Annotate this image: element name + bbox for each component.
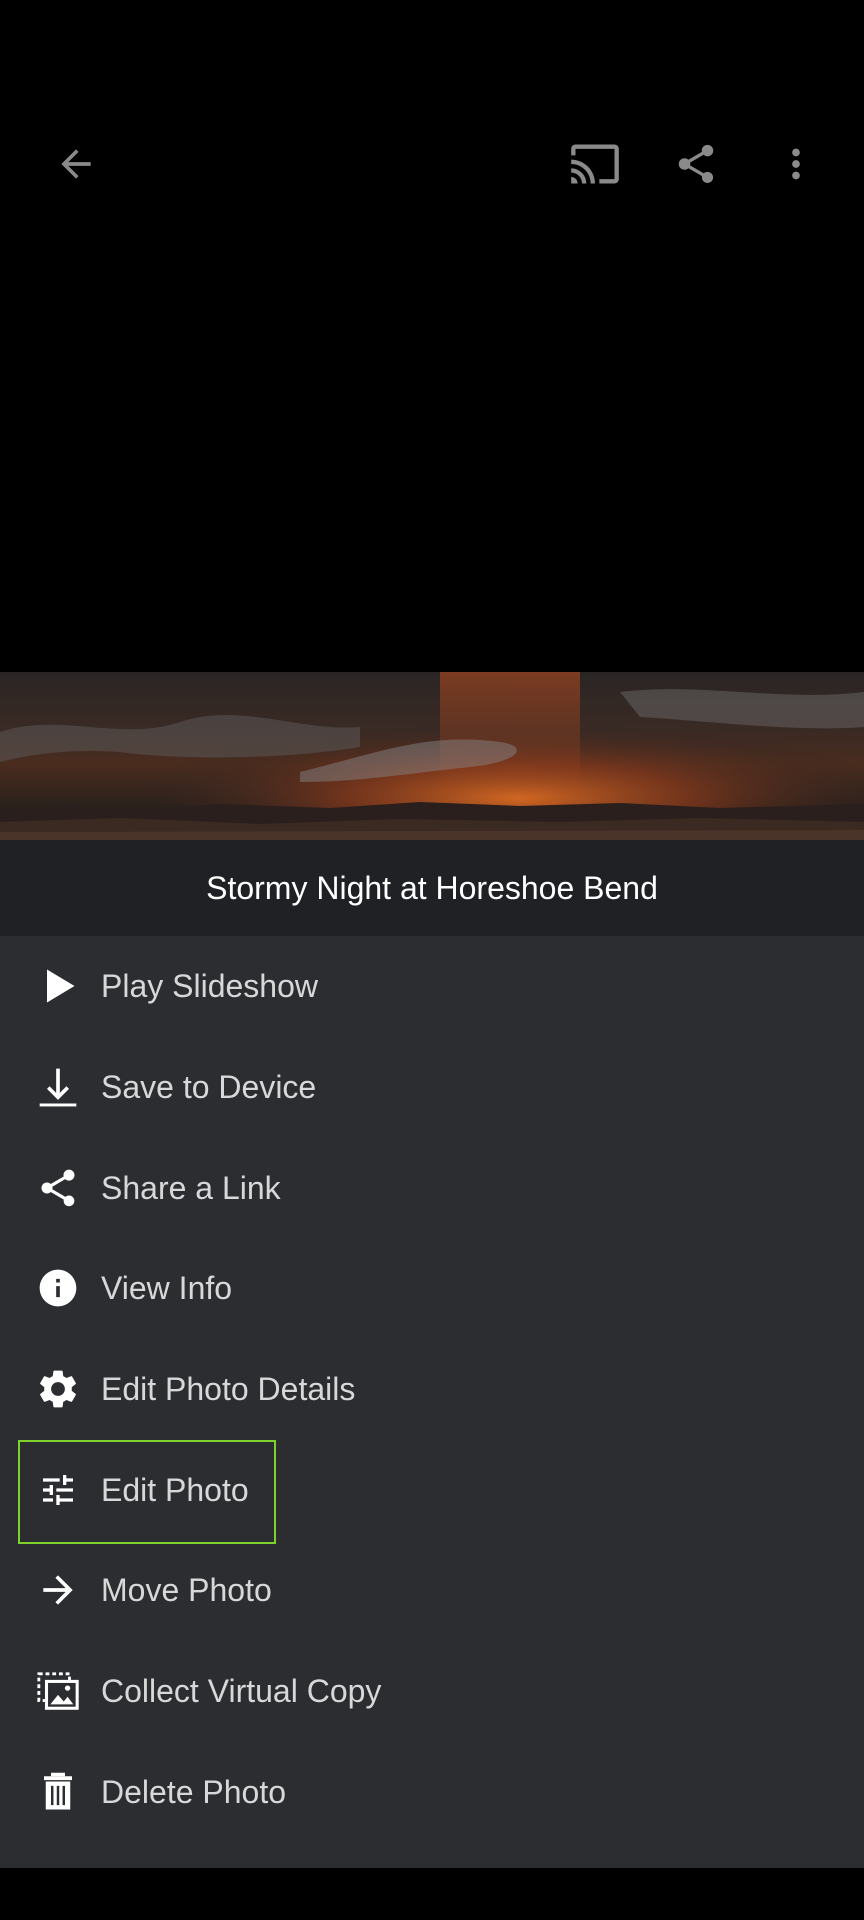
photo-title-bar: Stormy Night at Horeshoe Bend — [0, 840, 864, 936]
photo-title: Stormy Night at Horeshoe Bend — [206, 869, 658, 906]
arrow-back-icon — [61, 149, 91, 179]
menu-item-delete-photo[interactable]: Delete Photo — [0, 1742, 864, 1842]
virtual-copy-icon — [34, 1667, 82, 1715]
menu-item-edit-photo-details[interactable]: Edit Photo Details — [0, 1339, 864, 1439]
menu-item-move-photo[interactable]: Move Photo — [0, 1540, 864, 1640]
photo-action-menu: Play Slideshow Save to Device Share a Li… — [0, 936, 864, 1868]
menu-item-label: Edit Photo Details — [101, 1370, 356, 1407]
photo-viewer-screen: Stormy Night at Horeshoe Bend Play Slide… — [0, 0, 864, 1920]
cast-icon — [571, 144, 619, 184]
share-button[interactable] — [660, 128, 732, 200]
more-options-button[interactable] — [760, 128, 832, 200]
more-vertical-icon — [792, 148, 800, 180]
menu-item-label: Collect Virtual Copy — [101, 1672, 382, 1709]
edit-photo-highlight — [18, 1440, 276, 1544]
trash-icon — [34, 1768, 82, 1816]
menu-item-play-slideshow[interactable]: Play Slideshow — [0, 936, 864, 1036]
info-icon — [34, 1264, 82, 1312]
menu-item-label: Save to Device — [101, 1068, 317, 1105]
play-icon — [34, 962, 82, 1010]
menu-item-collect-virtual-copy[interactable]: Collect Virtual Copy — [0, 1641, 864, 1741]
menu-item-label: Delete Photo — [101, 1773, 287, 1810]
share-icon — [34, 1164, 82, 1212]
menu-item-share-link[interactable]: Share a Link — [0, 1138, 864, 1238]
menu-item-label: Move Photo — [101, 1571, 272, 1608]
menu-item-save-to-device[interactable]: Save to Device — [0, 1037, 864, 1137]
menu-item-label: View Info — [101, 1269, 233, 1306]
photo-preview[interactable] — [0, 672, 864, 840]
bottom-safe-area — [0, 1868, 864, 1920]
share-icon — [678, 144, 714, 184]
gear-icon — [34, 1365, 82, 1413]
cast-button[interactable] — [559, 128, 631, 200]
menu-item-label: Share a Link — [101, 1169, 281, 1206]
download-icon — [34, 1063, 82, 1111]
top-toolbar — [0, 110, 864, 220]
back-button[interactable] — [40, 128, 112, 200]
menu-item-label: Play Slideshow — [101, 967, 318, 1004]
menu-item-view-info[interactable]: View Info — [0, 1238, 864, 1338]
arrow-right-icon — [34, 1566, 82, 1614]
